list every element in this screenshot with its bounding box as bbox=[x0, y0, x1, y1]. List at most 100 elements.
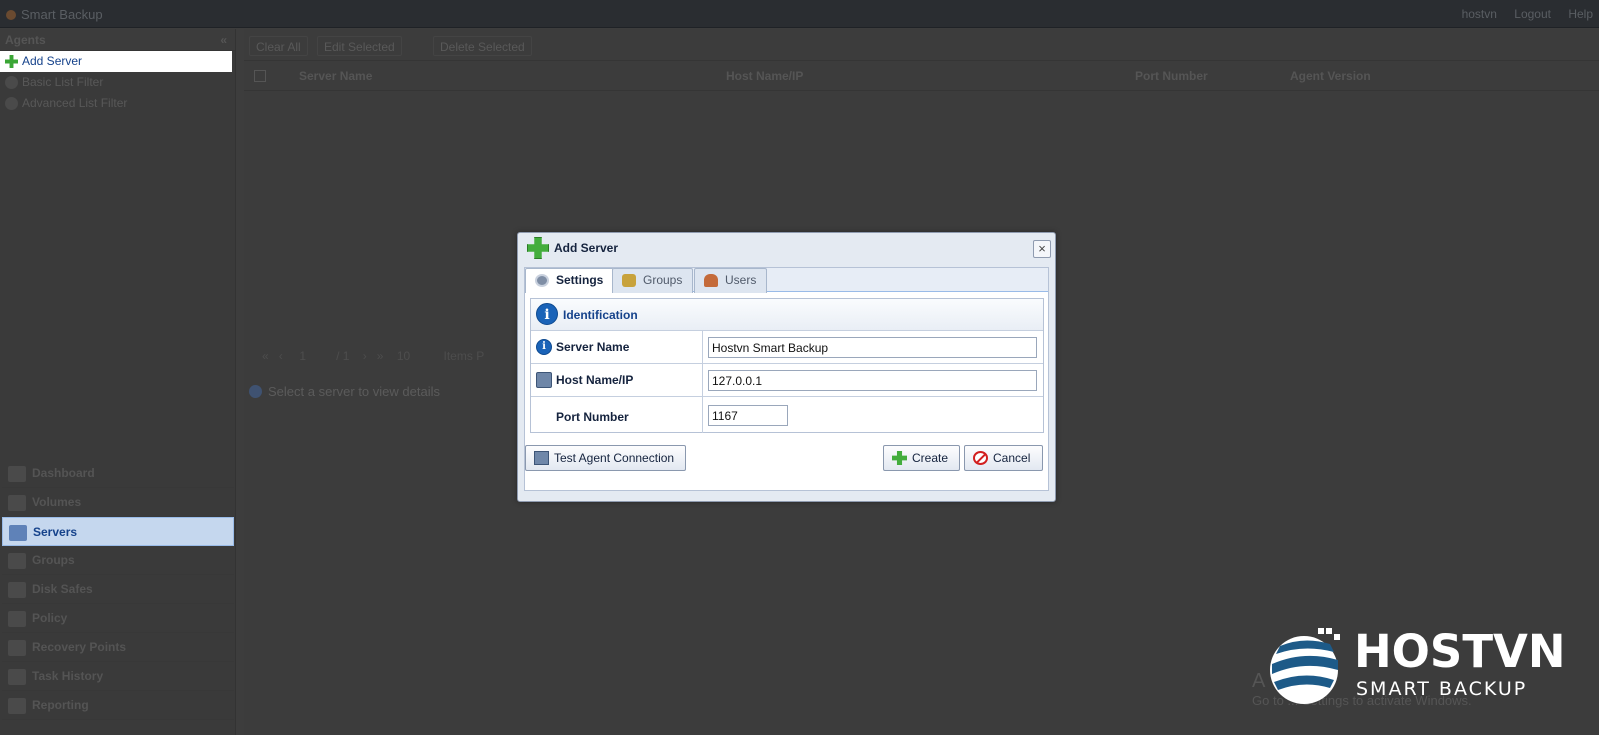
tab-users[interactable]: Users bbox=[694, 268, 768, 293]
first-page-icon[interactable]: « bbox=[262, 349, 269, 363]
app-title: Smart Backup bbox=[6, 7, 103, 22]
add-server-link[interactable]: Add Server bbox=[0, 51, 232, 72]
identification-header: i Identification bbox=[531, 299, 1043, 331]
app-logo-icon bbox=[6, 10, 16, 20]
sidebar-header: Agents « bbox=[0, 29, 235, 51]
grid-header: Server Name Host Name/IP Port Number Age… bbox=[244, 61, 1599, 91]
help-link[interactable]: Help bbox=[1568, 7, 1593, 21]
add-icon bbox=[892, 451, 907, 465]
delete-selected-button[interactable]: Delete Selected bbox=[433, 36, 532, 56]
column-server-name[interactable]: Server Name bbox=[299, 69, 372, 83]
cancel-button[interactable]: Cancel bbox=[964, 445, 1043, 471]
policy-icon bbox=[8, 611, 26, 627]
tab-groups[interactable]: Groups bbox=[612, 268, 694, 293]
servers-icon bbox=[9, 525, 27, 541]
create-button[interactable]: Create bbox=[883, 445, 960, 471]
task-history-icon bbox=[8, 669, 26, 685]
server-name-label: Server Name bbox=[556, 340, 630, 354]
server-name-input[interactable] bbox=[708, 337, 1037, 358]
nav-label: Volumes bbox=[32, 495, 82, 509]
logo-product: SMART BACKUP bbox=[1356, 678, 1528, 700]
page-size-input[interactable]: 10 bbox=[397, 349, 410, 363]
dialog-tabs: Settings Groups Users bbox=[525, 268, 1048, 293]
sidebar: Agents « Add Server Basic List Filter Ad… bbox=[0, 29, 236, 735]
next-page-icon[interactable]: › bbox=[363, 349, 367, 363]
identification-form: i Identification i Server Name Host Name… bbox=[530, 298, 1044, 433]
nav-label: Recovery Points bbox=[32, 640, 127, 654]
column-port-number[interactable]: Port Number bbox=[1135, 69, 1208, 83]
close-button[interactable]: × bbox=[1033, 240, 1051, 258]
column-host-name[interactable]: Host Name/IP bbox=[726, 69, 803, 83]
tab-settings[interactable]: Settings bbox=[525, 268, 615, 293]
reporting-icon bbox=[8, 698, 26, 714]
add-icon bbox=[5, 55, 18, 68]
nav-label: Reporting bbox=[32, 698, 89, 712]
dialog-title-bar[interactable]: Add Server × bbox=[518, 233, 1055, 263]
main-navigation: Dashboard Volumes Servers Groups Disk Sa… bbox=[2, 459, 234, 720]
nav-label: Policy bbox=[32, 611, 68, 625]
top-bar: Smart Backup hostvn Logout Help bbox=[0, 0, 1599, 28]
add-icon bbox=[527, 237, 549, 259]
nav-label: Task History bbox=[32, 669, 104, 683]
info-icon: i bbox=[536, 303, 558, 325]
collapse-icon[interactable]: « bbox=[220, 29, 227, 51]
dialog-title: Add Server bbox=[554, 241, 619, 255]
cancel-button-label: Cancel bbox=[993, 451, 1031, 465]
dialog-body: Settings Groups Users i Identification i… bbox=[524, 267, 1049, 491]
nav-reporting[interactable]: Reporting bbox=[2, 691, 234, 720]
port-row: Port Number bbox=[531, 397, 1043, 433]
logo-brand: HOSTVN bbox=[1354, 625, 1566, 678]
last-page-icon[interactable]: » bbox=[377, 349, 384, 363]
sidebar-header-label: Agents bbox=[5, 33, 46, 47]
select-all-checkbox[interactable] bbox=[254, 70, 266, 82]
port-input[interactable] bbox=[708, 405, 788, 426]
host-row: Host Name/IP bbox=[531, 364, 1043, 397]
groups-icon bbox=[622, 274, 636, 287]
tab-label: Settings bbox=[556, 273, 604, 287]
basic-list-filter-link[interactable]: Basic List Filter bbox=[0, 72, 235, 93]
clear-all-button[interactable]: Clear All bbox=[249, 36, 308, 56]
nav-label: Dashboard bbox=[32, 466, 95, 480]
nav-volumes[interactable]: Volumes bbox=[2, 488, 234, 517]
create-button-label: Create bbox=[912, 451, 949, 465]
gear-icon bbox=[535, 274, 549, 287]
network-icon bbox=[534, 451, 549, 465]
dialog-footer: Test Agent Connection Create Cancel bbox=[525, 431, 1048, 490]
page-input[interactable]: 1 bbox=[299, 349, 306, 363]
nav-servers[interactable]: Servers bbox=[2, 517, 234, 546]
top-right-links: hostvn Logout Help bbox=[1448, 7, 1593, 21]
page-count: / 1 bbox=[336, 349, 350, 363]
nav-dashboard[interactable]: Dashboard bbox=[2, 459, 234, 488]
nav-label: Disk Safes bbox=[32, 582, 93, 596]
user-link[interactable]: hostvn bbox=[1462, 7, 1497, 21]
host-input[interactable] bbox=[708, 370, 1037, 391]
info-icon: i bbox=[536, 339, 552, 355]
volumes-icon bbox=[8, 495, 26, 511]
column-agent-version[interactable]: Agent Version bbox=[1290, 69, 1371, 83]
test-agent-connection-button[interactable]: Test Agent Connection bbox=[525, 445, 686, 471]
info-icon bbox=[249, 385, 262, 398]
filter-icon bbox=[5, 76, 18, 89]
nav-label: Groups bbox=[32, 553, 75, 567]
nav-label: Servers bbox=[33, 525, 78, 539]
port-label-cell: Port Number bbox=[531, 397, 703, 433]
groups-icon bbox=[8, 553, 26, 569]
prev-page-icon[interactable]: ‹ bbox=[279, 349, 283, 363]
section-title: Identification bbox=[563, 308, 638, 322]
nav-disk-safes[interactable]: Disk Safes bbox=[2, 575, 234, 604]
cancel-icon bbox=[973, 451, 988, 465]
nav-recovery-points[interactable]: Recovery Points bbox=[2, 633, 234, 662]
detail-message: Select a server to view details bbox=[249, 384, 440, 399]
edit-selected-button[interactable]: Edit Selected bbox=[317, 36, 402, 56]
logout-link[interactable]: Logout bbox=[1514, 7, 1551, 21]
nav-groups[interactable]: Groups bbox=[2, 546, 234, 575]
hostvn-logo-icon bbox=[1270, 628, 1340, 704]
nav-task-history[interactable]: Task History bbox=[2, 662, 234, 691]
nav-policy[interactable]: Policy bbox=[2, 604, 234, 633]
app-title-text: Smart Backup bbox=[21, 7, 103, 22]
add-server-dialog: Add Server × Settings Groups Users i Ide… bbox=[517, 232, 1056, 502]
tab-label: Groups bbox=[643, 273, 683, 287]
detail-message-text: Select a server to view details bbox=[268, 384, 440, 399]
recovery-points-icon bbox=[8, 640, 26, 656]
advanced-list-filter-link[interactable]: Advanced List Filter bbox=[0, 93, 235, 114]
